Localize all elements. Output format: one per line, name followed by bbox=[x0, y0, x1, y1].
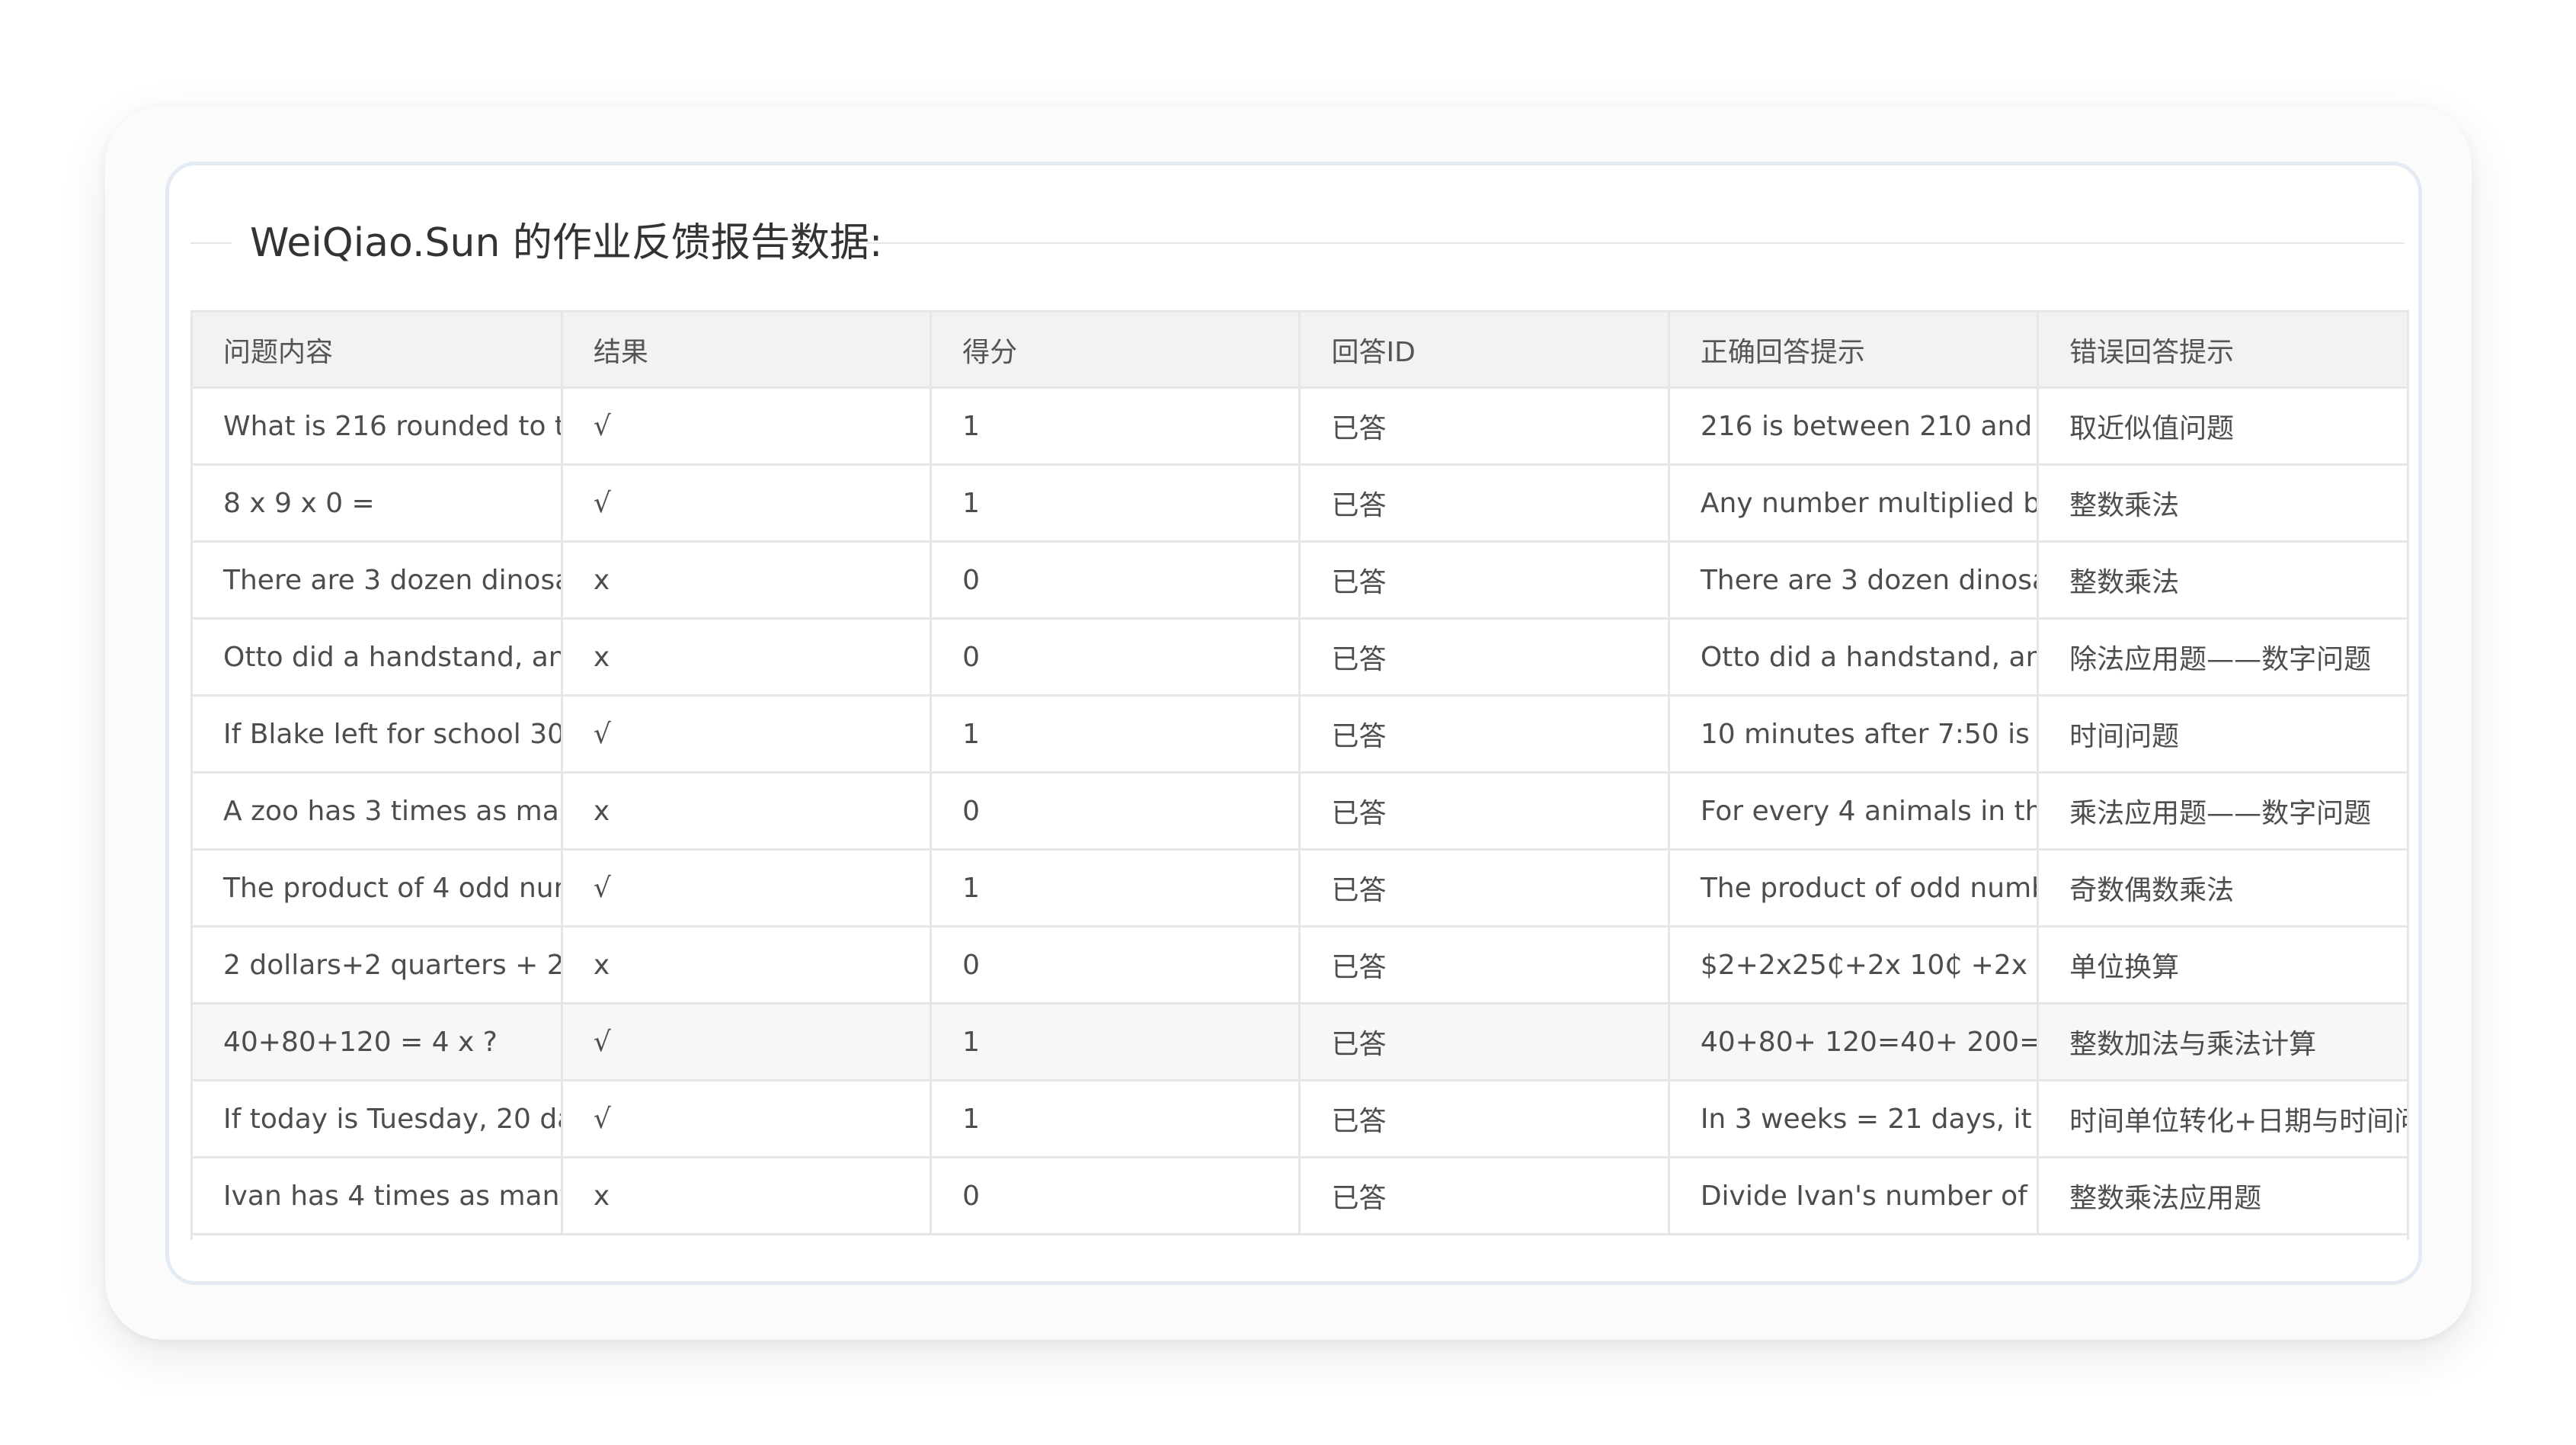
score-cell: 1 bbox=[930, 695, 1301, 774]
wrong-hint-cell: 奇数偶数乘法 bbox=[2037, 849, 2407, 928]
table-row[interactable]: A zoo has 3 times as many x 0 已答 For eve… bbox=[193, 772, 2407, 851]
question-cell: A zoo has 3 times as many bbox=[193, 772, 563, 851]
question-cell: What is 216 rounded to the bbox=[193, 387, 563, 466]
table-row[interactable]: If today is Tuesday, 20 days √ 1 已答 In 3… bbox=[193, 1080, 2407, 1158]
table-row[interactable]: The product of 4 odd numb √ 1 已答 The pro… bbox=[193, 849, 2407, 928]
correct-hint-cell: 40+80+ 120=40+ 200=240= bbox=[1669, 1003, 2040, 1081]
table-row[interactable]: If Blake left for school 30 m √ 1 已答 10 … bbox=[193, 695, 2407, 774]
correct-hint-cell: 216 is between 210 and 22 bbox=[1669, 387, 2040, 466]
table-row[interactable]: What is 216 rounded to the √ 1 已答 216 is… bbox=[193, 387, 2407, 466]
score-cell: 1 bbox=[930, 464, 1301, 543]
wrong-hint-cell: 整数乘法 bbox=[2037, 541, 2407, 620]
result-cell: √ bbox=[562, 849, 933, 928]
wrong-hint-cell: 整数乘法应用题 bbox=[2037, 1157, 2407, 1235]
score-cell: 1 bbox=[930, 387, 1301, 466]
report-title: WeiQiao.Sun 的作业反馈报告数据: bbox=[250, 220, 883, 266]
answer-id-cell: 已答 bbox=[1299, 849, 1670, 928]
title-divider-left bbox=[190, 242, 232, 244]
question-cell: Otto did a handstand, and bbox=[193, 618, 563, 697]
question-cell: If Blake left for school 30 m bbox=[193, 695, 563, 774]
score-cell: 0 bbox=[930, 541, 1301, 620]
answer-id-cell: 已答 bbox=[1299, 772, 1670, 851]
result-cell: √ bbox=[562, 1080, 933, 1158]
question-cell: 40+80+120 = 4 x ? bbox=[193, 1003, 563, 1081]
correct-hint-cell: Any number multiplied by 0 bbox=[1669, 464, 2040, 543]
score-cell: 0 bbox=[930, 926, 1301, 1004]
result-cell: x bbox=[562, 1157, 933, 1235]
correct-hint-cell: The product of odd numbe bbox=[1669, 849, 2040, 928]
result-cell: √ bbox=[562, 1003, 933, 1081]
wrong-hint-cell: 取近似值问题 bbox=[2037, 387, 2407, 466]
title-divider-right bbox=[866, 242, 2405, 244]
column-header-answer-id[interactable]: 回答ID bbox=[1299, 310, 1670, 389]
answer-id-cell: 已答 bbox=[1299, 464, 1670, 543]
wrong-hint-cell: 整数加法与乘法计算 bbox=[2037, 1003, 2407, 1081]
question-cell: Ivan has 4 times as many s bbox=[193, 1157, 563, 1235]
score-cell: 1 bbox=[930, 1003, 1301, 1081]
wrong-hint-cell: 时间单位转化+日期与时间问 bbox=[2037, 1080, 2407, 1158]
wrong-hint-cell: 单位换算 bbox=[2037, 926, 2407, 1004]
result-cell: x bbox=[562, 541, 933, 620]
column-header-score[interactable]: 得分 bbox=[930, 310, 1301, 389]
correct-hint-cell: 10 minutes after 7:50 is 8:0 bbox=[1669, 695, 2040, 774]
correct-hint-cell: For every 4 animals in this z bbox=[1669, 772, 2040, 851]
table-row[interactable]: There are 3 dozen dinosaur x 0 已答 There … bbox=[193, 541, 2407, 620]
feedback-table-container[interactable]: 问题内容 结果 得分 回答ID 正确回答提示 错误回答提示 What is 21… bbox=[190, 310, 2409, 1240]
question-cell: 8 x 9 x 0 = bbox=[193, 464, 563, 543]
score-cell: 0 bbox=[930, 772, 1301, 851]
column-header-correct-hint[interactable]: 正确回答提示 bbox=[1669, 310, 2040, 389]
score-cell: 0 bbox=[930, 618, 1301, 697]
table-row[interactable]: Otto did a handstand, and x 0 已答 Otto di… bbox=[193, 618, 2407, 697]
column-header-wrong-hint[interactable]: 错误回答提示 bbox=[2037, 310, 2407, 389]
answer-id-cell: 已答 bbox=[1299, 1080, 1670, 1158]
question-cell: The product of 4 odd numb bbox=[193, 849, 563, 928]
answer-id-cell: 已答 bbox=[1299, 618, 1670, 697]
correct-hint-cell: Divide Ivan's number of sta bbox=[1669, 1157, 2040, 1235]
result-cell: x bbox=[562, 618, 933, 697]
report-screen: WeiQiao.Sun 的作业反馈报告数据: 问题内容 结果 得分 回答ID 正… bbox=[165, 162, 2422, 1285]
wrong-hint-cell: 除法应用题——数字问题 bbox=[2037, 618, 2407, 697]
result-cell: x bbox=[562, 926, 933, 1004]
correct-hint-cell: In 3 weeks = 21 days, it wil bbox=[1669, 1080, 2040, 1158]
score-cell: 0 bbox=[930, 1157, 1301, 1235]
result-cell: √ bbox=[562, 464, 933, 543]
answer-id-cell: 已答 bbox=[1299, 1003, 1670, 1081]
question-cell: If today is Tuesday, 20 days bbox=[193, 1080, 563, 1158]
feedback-table: 问题内容 结果 得分 回答ID 正确回答提示 错误回答提示 What is 21… bbox=[193, 310, 2407, 1235]
report-header: WeiQiao.Sun 的作业反馈报告数据: bbox=[169, 205, 2418, 281]
score-cell: 1 bbox=[930, 849, 1301, 928]
wrong-hint-cell: 乘法应用题——数字问题 bbox=[2037, 772, 2407, 851]
column-header-result[interactable]: 结果 bbox=[562, 310, 933, 389]
answer-id-cell: 已答 bbox=[1299, 541, 1670, 620]
result-cell: x bbox=[562, 772, 933, 851]
table-row[interactable]: 2 dollars+2 quarters + 2 dir x 0 已答 $2+2… bbox=[193, 926, 2407, 1004]
table-row[interactable]: 40+80+120 = 4 x ? √ 1 已答 40+80+ 120=40+ … bbox=[193, 1003, 2407, 1081]
answer-id-cell: 已答 bbox=[1299, 387, 1670, 466]
result-cell: √ bbox=[562, 387, 933, 466]
column-header-question[interactable]: 问题内容 bbox=[193, 310, 563, 389]
result-cell: √ bbox=[562, 695, 933, 774]
answer-id-cell: 已答 bbox=[1299, 695, 1670, 774]
question-cell: There are 3 dozen dinosaur bbox=[193, 541, 563, 620]
score-cell: 1 bbox=[930, 1080, 1301, 1158]
wrong-hint-cell: 整数乘法 bbox=[2037, 464, 2407, 543]
table-header-row: 问题内容 结果 得分 回答ID 正确回答提示 错误回答提示 bbox=[193, 310, 2407, 389]
correct-hint-cell: Otto did a handstand, and bbox=[1669, 618, 2040, 697]
table-row[interactable]: 8 x 9 x 0 = √ 1 已答 Any number multiplied… bbox=[193, 464, 2407, 543]
question-cell: 2 dollars+2 quarters + 2 dir bbox=[193, 926, 563, 1004]
wrong-hint-cell: 时间问题 bbox=[2037, 695, 2407, 774]
table-row[interactable]: Ivan has 4 times as many s x 0 已答 Divide… bbox=[193, 1157, 2407, 1235]
answer-id-cell: 已答 bbox=[1299, 926, 1670, 1004]
correct-hint-cell: There are 3 dozen dinosaur bbox=[1669, 541, 2040, 620]
correct-hint-cell: $2+2x25₵+2x 10₵ +2x 5₵ bbox=[1669, 926, 2040, 1004]
answer-id-cell: 已答 bbox=[1299, 1157, 1670, 1235]
